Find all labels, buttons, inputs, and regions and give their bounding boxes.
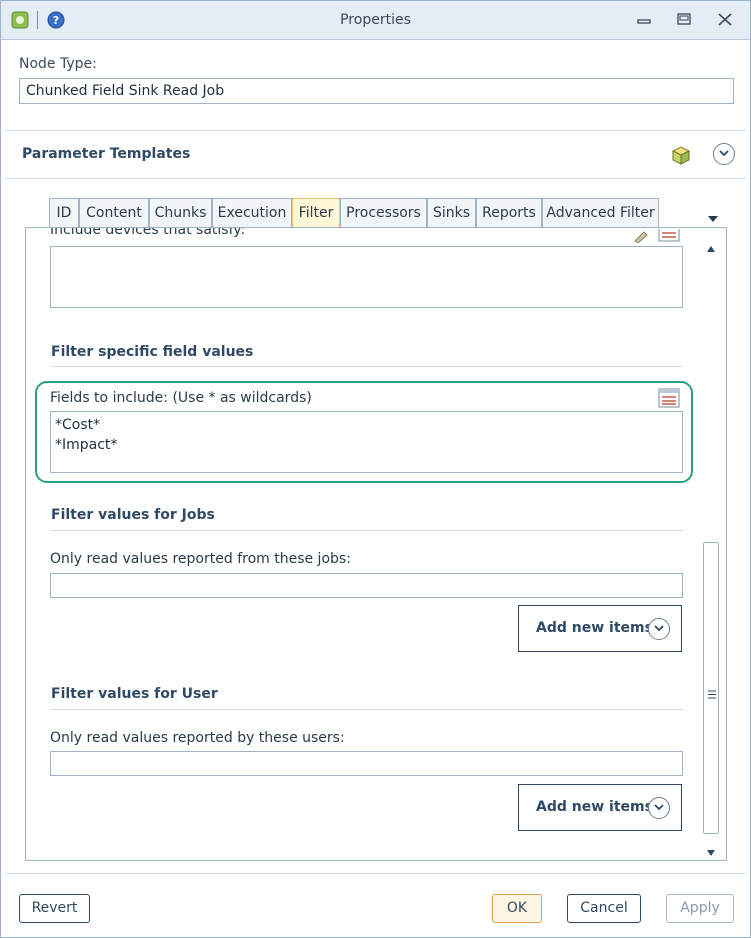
jobs-rule: [50, 530, 683, 531]
ok-button[interactable]: OK: [492, 894, 542, 923]
field-values-heading: Filter specific field values: [51, 344, 254, 360]
fields-highlight-box: [35, 381, 693, 483]
tab-execution[interactable]: Execution: [212, 198, 292, 227]
users-field[interactable]: [50, 751, 683, 776]
parameter-templates-title: Parameter Templates: [22, 146, 191, 162]
close-icon[interactable]: [714, 10, 736, 30]
apply-button[interactable]: Apply: [666, 894, 734, 923]
users-add-new-items-button[interactable]: Add new items: [518, 784, 682, 831]
jobs-add-new-items-button[interactable]: Add new items: [518, 605, 682, 652]
tab-processors[interactable]: Processors: [340, 198, 427, 227]
user-heading: Filter values for User: [51, 686, 218, 702]
scroll-down-icon[interactable]: [706, 842, 716, 856]
title-bar: ? Properties: [1, 1, 750, 40]
add-new-items-label: Add new items: [536, 799, 653, 815]
field-values-rule: [50, 366, 683, 367]
maximize-icon[interactable]: [673, 10, 695, 30]
footer-divider: [5, 873, 746, 874]
templates-expand-button[interactable]: [713, 143, 735, 165]
scrollbar-thumb[interactable]: [703, 542, 719, 834]
tab-filter[interactable]: Filter: [292, 198, 340, 227]
jobs-heading: Filter values for Jobs: [51, 507, 215, 523]
devices-field[interactable]: [50, 246, 683, 308]
chevron-down-icon: [719, 150, 729, 157]
add-new-items-label: Add new items: [536, 620, 653, 636]
jobs-label: Only read values reported from these job…: [50, 551, 351, 567]
chevron-down-icon: [654, 804, 664, 811]
pencil-icon[interactable]: [632, 228, 650, 244]
users-label: Only read values reported by these users…: [50, 730, 345, 746]
tab-content[interactable]: Content: [79, 198, 149, 227]
scroll-up-icon[interactable]: [706, 238, 716, 252]
user-rule: [50, 709, 683, 710]
node-type-label: Node Type:: [19, 56, 97, 72]
list-editor-icon[interactable]: [658, 228, 680, 242]
tab-id[interactable]: ID: [49, 198, 79, 227]
vertical-scrollbar[interactable]: [702, 233, 720, 856]
filter-tab-panel: Include devices that satisfy: Filter spe…: [25, 227, 727, 861]
cancel-button[interactable]: Cancel: [567, 894, 641, 923]
properties-window: ? Properties Node Type: Chunked Field Si…: [0, 0, 751, 938]
chevron-down-icon: [654, 625, 664, 632]
tab-sinks[interactable]: Sinks: [427, 198, 476, 227]
devices-label: Include devices that satisfy:: [50, 227, 246, 238]
add-items-dropdown[interactable]: [648, 797, 670, 819]
tab-reports[interactable]: Reports: [476, 198, 542, 227]
minimize-icon[interactable]: [633, 10, 655, 30]
package-icon[interactable]: [670, 144, 692, 166]
jobs-field[interactable]: [50, 573, 683, 598]
revert-button[interactable]: Revert: [19, 894, 90, 923]
tab-overflow-icon[interactable]: [706, 209, 720, 222]
add-items-dropdown[interactable]: [648, 618, 670, 640]
tab-chunks[interactable]: Chunks: [149, 198, 212, 227]
scroll-grip-icon: [707, 684, 717, 699]
tab-advanced-filter[interactable]: Advanced Filter: [542, 198, 659, 227]
node-type-field[interactable]: Chunked Field Sink Read Job: [19, 78, 734, 104]
section-divider-2: [5, 178, 746, 179]
section-divider: [5, 130, 746, 131]
